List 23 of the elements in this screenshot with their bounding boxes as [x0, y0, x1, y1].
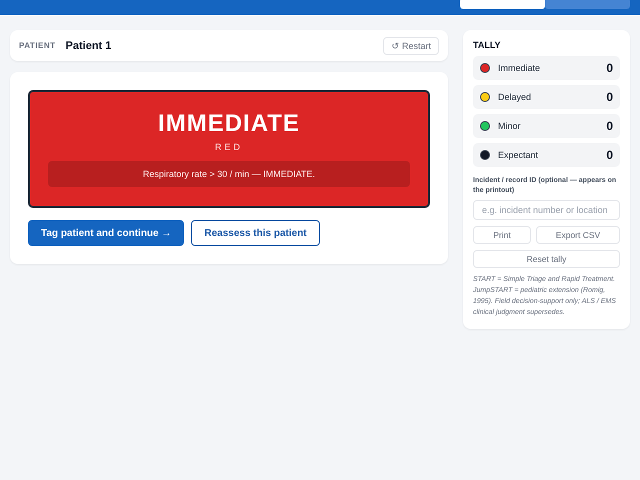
record-id-field[interactable]: e.g. incident number or location: [473, 200, 620, 220]
print-button[interactable]: Print: [473, 226, 531, 244]
tally-count: 0: [606, 61, 613, 75]
tally-count: 0: [606, 119, 613, 133]
tally-category: Delayed: [498, 92, 532, 102]
triage-reason: Respiratory rate > 30 / min — IMMEDIATE.: [48, 161, 410, 187]
tally-category: Expectant: [498, 150, 540, 160]
tally-count: 0: [606, 148, 613, 162]
tally-count: 0: [606, 90, 613, 104]
tally-category: Minor: [498, 121, 522, 131]
reset-tally-button[interactable]: Reset tally: [473, 250, 620, 268]
toggle-segment[interactable]: [545, 0, 630, 9]
tag-color-label: RED: [214, 142, 243, 152]
patient-name: Patient 1: [66, 40, 112, 52]
reassess-button[interactable]: Reassess this patient: [191, 220, 320, 246]
tag-continue-button[interactable]: Tag patient and continue →: [28, 220, 184, 246]
export-button[interactable]: Export CSV: [536, 226, 620, 244]
tally-title: TALLY: [473, 40, 502, 50]
tally-category: Immediate: [498, 63, 542, 73]
restart-button[interactable]: ↺ Restart: [383, 36, 439, 54]
triage-category: IMMEDIATE: [158, 110, 300, 138]
patient-label: PATIENT: [19, 41, 56, 50]
toggle-segment[interactable]: [460, 0, 545, 9]
